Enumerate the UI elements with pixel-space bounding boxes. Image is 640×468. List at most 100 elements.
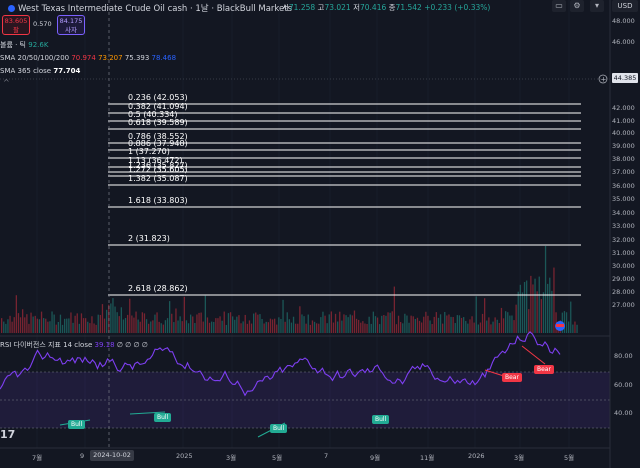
volume-bar	[9, 315, 11, 333]
volume-bar	[347, 317, 349, 333]
close-value: 71.542	[395, 3, 422, 12]
volume-bar	[47, 321, 49, 333]
volume-bar	[143, 313, 146, 333]
plus-icon: +	[601, 76, 607, 84]
volume-bar	[43, 318, 45, 333]
volume-bar	[89, 323, 91, 333]
volume-bar	[200, 312, 202, 333]
volume-bar	[290, 322, 293, 333]
volume-bar	[26, 314, 28, 333]
volume-bar	[152, 320, 154, 333]
sell-button[interactable]: 83.605 팔	[2, 15, 30, 35]
volume-bar	[337, 321, 339, 333]
volume-bar	[238, 315, 240, 333]
spread-value: 0.570	[33, 20, 52, 28]
current-price-label: 44.385	[612, 73, 638, 83]
volume-bar	[173, 322, 175, 333]
volume-bar	[404, 313, 406, 333]
rsi-bull-tag: Bull	[154, 413, 172, 422]
open-key: 시	[282, 3, 289, 12]
tradingview-logo[interactable]: 17	[0, 428, 15, 441]
volume-bar	[190, 314, 192, 333]
volume-bar	[127, 314, 129, 333]
volume-bar	[13, 317, 15, 333]
fullscreen-icon[interactable]: ▭	[552, 0, 566, 12]
volume-bar	[309, 324, 311, 333]
volume-bar	[526, 280, 528, 333]
volume-bar	[166, 318, 169, 333]
volume-bar	[364, 323, 366, 333]
rsi-tick-label: 60.00	[614, 381, 633, 389]
volume-bar	[397, 315, 400, 333]
volume-bar	[137, 319, 139, 333]
volume-bar	[297, 323, 299, 333]
volume-bar	[66, 318, 68, 333]
chart-canvas[interactable]: +	[0, 0, 640, 468]
volume-bar	[156, 312, 158, 333]
volume-bar	[299, 306, 301, 333]
volume-bar	[278, 317, 280, 333]
volume-bar	[521, 292, 524, 333]
volume-bar	[305, 323, 307, 333]
volume-bar	[481, 313, 484, 333]
volume-bar	[372, 311, 374, 333]
volume-bar	[28, 323, 30, 333]
volume-bar	[433, 316, 435, 333]
volume-bar	[416, 317, 419, 333]
volume-bar	[368, 316, 370, 333]
volume-bar	[215, 318, 217, 333]
volume-bar	[97, 314, 99, 333]
volume-legend[interactable]: 볼륨 · 틱 92.6K	[0, 40, 48, 50]
time-tick-label: 9월	[370, 454, 381, 462]
volume-bar	[366, 324, 368, 333]
currency-selector[interactable]: USD	[612, 0, 638, 12]
price-tick-label: 37.000	[612, 168, 635, 176]
volume-bar	[223, 311, 225, 333]
volume-bar	[221, 320, 223, 333]
volume-bar	[511, 315, 513, 333]
volume-bar	[53, 314, 55, 333]
time-tick-label: 3월	[226, 454, 237, 462]
time-tick-label: 3월	[514, 454, 525, 462]
buy-button[interactable]: 84.175 사자	[57, 15, 85, 35]
collapse-legend-icon[interactable]: ^	[3, 78, 10, 87]
price-tick-label: 29.000	[612, 275, 635, 283]
fib-level-label: 1 (37.270)	[128, 147, 170, 156]
rsi-legend[interactable]: RSI 다이버전스 지표 14 close 39.18 ∅ ∅ ∅ ∅	[0, 340, 148, 350]
time-tick-label: 7	[324, 452, 329, 460]
sma365-legend[interactable]: SMA 365 close 77.704	[0, 67, 80, 75]
volume-bar	[177, 320, 179, 333]
volume-bar	[267, 322, 269, 333]
rsi-tick-label: 40.00	[614, 409, 633, 417]
volume-bar	[316, 323, 318, 333]
volume-bar	[427, 315, 429, 333]
volume-bar	[345, 315, 347, 333]
volume-bar	[45, 318, 47, 333]
volume-bar	[370, 323, 372, 333]
volume-bar	[87, 321, 89, 333]
sma-legend[interactable]: SMA 20/50/100/200 70.974 73.207 75.393 7…	[0, 54, 176, 62]
sma-name: SMA 20/50/100/200	[0, 54, 70, 62]
volume-bar	[183, 296, 185, 333]
volume-bar	[57, 321, 59, 333]
volume-bar	[477, 324, 479, 333]
settings-icon[interactable]: ⚙	[570, 0, 584, 12]
volume-bar	[492, 321, 494, 333]
volume-bar	[547, 283, 549, 333]
volume-bar	[387, 312, 389, 333]
chevron-down-icon[interactable]: ▾	[590, 0, 604, 12]
volume-bar	[307, 314, 309, 333]
volume-bar	[1, 318, 3, 333]
volume-bar	[250, 323, 253, 333]
volume-bar	[234, 319, 236, 333]
volume-bar	[82, 318, 85, 333]
volume-bar	[179, 316, 181, 333]
volume-bar	[517, 291, 519, 333]
low-key: 저	[353, 3, 360, 12]
volume-bar	[76, 313, 78, 333]
rsi-extra: ∅ ∅ ∅ ∅	[116, 341, 148, 349]
volume-bar	[414, 318, 416, 333]
symbol-title[interactable]: West Texas Intermediate Crude Oil cash ·…	[8, 2, 292, 14]
volume-bar	[360, 322, 362, 333]
volume-bar	[72, 322, 74, 333]
